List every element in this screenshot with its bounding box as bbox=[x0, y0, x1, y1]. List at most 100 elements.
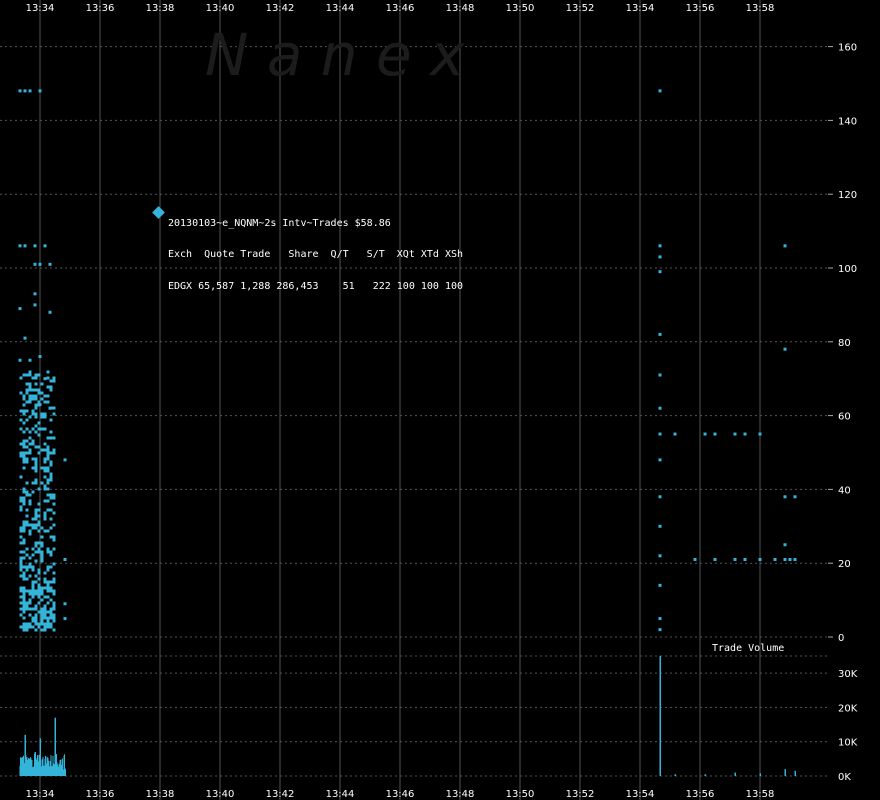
price-point bbox=[31, 466, 35, 470]
price-point bbox=[788, 558, 792, 562]
price-point bbox=[37, 622, 41, 626]
price-point bbox=[28, 622, 32, 626]
price-point bbox=[52, 448, 56, 452]
price-point bbox=[37, 610, 41, 614]
price-point bbox=[46, 616, 50, 620]
price-point bbox=[25, 493, 29, 497]
price-point bbox=[40, 610, 44, 614]
price-point bbox=[40, 553, 44, 557]
price-point bbox=[46, 589, 50, 593]
price-point bbox=[34, 406, 38, 410]
price-point bbox=[40, 427, 44, 431]
price-point bbox=[25, 547, 29, 551]
price-point bbox=[22, 565, 26, 569]
grid-lines bbox=[0, 0, 833, 800]
price-point bbox=[34, 628, 38, 632]
price-point bbox=[40, 616, 44, 620]
price-point bbox=[28, 523, 32, 527]
price-point bbox=[49, 508, 53, 512]
price-point bbox=[43, 499, 47, 503]
price-point bbox=[28, 493, 32, 497]
x-tick-labels-bottom: 13:34 13:36 13:38 13:40 13:42 13:44 13:46 13:48… bbox=[26, 789, 775, 800]
price-point bbox=[46, 469, 50, 473]
price-point bbox=[22, 592, 26, 596]
x-tick-label: 13:56 bbox=[686, 789, 715, 800]
price-point bbox=[19, 451, 23, 455]
info-title: 20130103~e_NQNM~2s Intv~Trades $58.86 bbox=[168, 217, 391, 229]
price-point bbox=[46, 448, 50, 452]
price-point bbox=[43, 448, 47, 452]
price-point bbox=[22, 571, 26, 575]
price-point bbox=[34, 604, 38, 608]
volume-bar bbox=[54, 717, 56, 776]
price-point bbox=[49, 580, 53, 584]
price-point bbox=[49, 622, 53, 626]
price-point bbox=[22, 502, 26, 506]
price-point bbox=[49, 565, 53, 569]
price-point bbox=[31, 565, 35, 569]
volume-tick-label: 30K bbox=[838, 669, 858, 680]
price-point bbox=[48, 262, 52, 266]
price-point bbox=[28, 442, 32, 446]
price-point bbox=[43, 514, 47, 518]
price-point bbox=[52, 376, 56, 380]
x-tick-label: 13:44 bbox=[326, 789, 355, 800]
price-point bbox=[34, 589, 38, 593]
x-tick-label: 13:42 bbox=[266, 3, 295, 14]
price-point bbox=[49, 379, 53, 383]
price-point bbox=[25, 439, 29, 443]
x-tick-label: 13:54 bbox=[626, 789, 655, 800]
price-point bbox=[52, 607, 56, 611]
price-point bbox=[52, 412, 56, 416]
price-point bbox=[43, 412, 47, 416]
price-point bbox=[49, 478, 53, 482]
price-point bbox=[37, 583, 41, 587]
price-point bbox=[52, 379, 56, 383]
price-point bbox=[773, 558, 777, 562]
volume-bar bbox=[704, 774, 706, 776]
price-point bbox=[46, 445, 50, 449]
price-point bbox=[37, 421, 41, 425]
price-point bbox=[34, 481, 38, 485]
price-point bbox=[28, 532, 32, 536]
price-point bbox=[52, 628, 56, 632]
price-point bbox=[49, 610, 53, 614]
price-point bbox=[25, 607, 29, 611]
x-tick-label: 13:52 bbox=[566, 789, 595, 800]
price-point bbox=[40, 448, 44, 452]
price-point bbox=[34, 544, 38, 548]
price-point bbox=[31, 397, 35, 401]
price-point bbox=[22, 616, 26, 620]
price-point bbox=[43, 613, 47, 617]
price-point bbox=[37, 514, 41, 518]
price-point bbox=[28, 574, 32, 578]
price-point bbox=[34, 478, 38, 482]
price-point bbox=[31, 553, 35, 557]
price-point bbox=[22, 538, 26, 542]
price-point bbox=[34, 574, 38, 578]
price-point bbox=[40, 622, 44, 626]
price-point bbox=[31, 592, 35, 596]
price-point bbox=[37, 445, 41, 449]
price-point bbox=[52, 589, 56, 593]
price-point bbox=[63, 602, 67, 606]
price-point bbox=[52, 562, 56, 566]
price-point bbox=[46, 568, 50, 572]
price-point bbox=[28, 385, 32, 389]
price-point bbox=[19, 556, 23, 560]
price-point bbox=[49, 418, 53, 422]
price-point bbox=[31, 619, 35, 623]
price-point bbox=[31, 625, 35, 629]
price-point bbox=[31, 568, 35, 572]
price-point bbox=[40, 382, 44, 386]
price-point bbox=[52, 592, 56, 596]
price-tick-label: 140 bbox=[838, 116, 857, 127]
price-point bbox=[37, 427, 41, 431]
price-point bbox=[31, 517, 35, 521]
price-point bbox=[34, 580, 38, 584]
price-point bbox=[22, 526, 26, 530]
price-point bbox=[31, 547, 35, 551]
price-point bbox=[22, 574, 26, 578]
x-tick-label: 13:34 bbox=[26, 3, 55, 14]
price-point bbox=[43, 580, 47, 584]
